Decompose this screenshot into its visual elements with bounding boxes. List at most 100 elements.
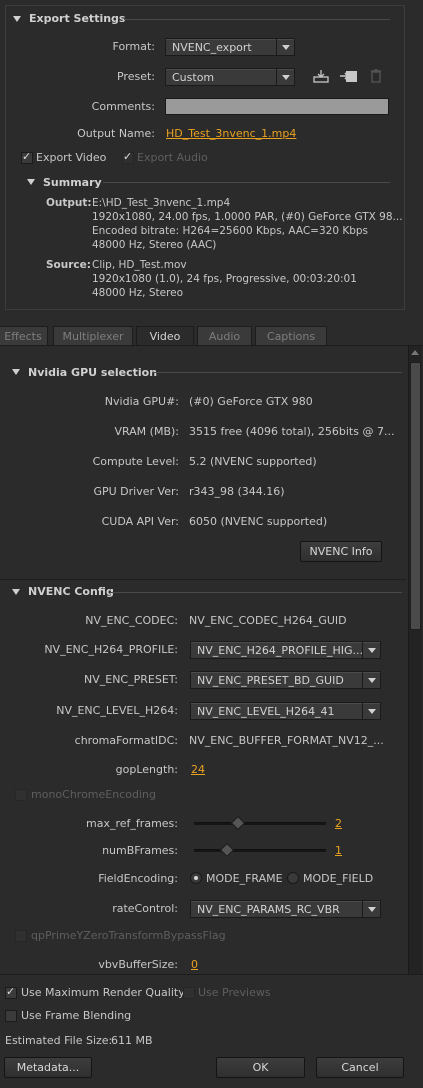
frame-blending-checkbox[interactable] [5,1010,17,1022]
summary-output-label: Output: [46,197,92,209]
codec-value: NV_ENC_CODEC_H264_GUID [189,614,347,627]
tab-effects[interactable]: Effects [0,326,48,346]
summary-output-line-3: Encoded bitrate: H264=25600 Kbps, AAC=32… [92,225,369,237]
summary-source-line-2: 1920x1080 (1.0), 24 fps, Progressive, 00… [92,273,357,285]
nvenc-preset-value: NV_ENC_PRESET_BD_GUID [197,674,344,687]
numb-frames-value[interactable]: 1 [335,844,342,857]
mode-frame-label: MODE_FRAME [206,872,283,885]
collapse-triangle-icon[interactable] [12,369,20,375]
preset-value: Custom [172,71,215,84]
tab-audio[interactable]: Audio [197,326,252,346]
output-name-link[interactable]: HD_Test_3nvenc_1.mp4 [166,127,296,140]
summary-source-line-1: Clip, HD_Test.mov [92,259,187,271]
gpu-number-label: Nvidia GPU#: [104,395,179,408]
level-dropdown[interactable]: NV_ENC_LEVEL_H264_41 [190,702,381,720]
max-ref-frames-slider[interactable] [194,822,326,825]
vram-label: VRAM (MB): [114,425,179,438]
qp-prime-checkbox [15,930,27,942]
chevron-down-icon [362,703,380,719]
driver-ver-value: r343_98 (344.16) [189,485,285,498]
collapse-triangle-icon[interactable] [27,179,35,185]
comments-input[interactable] [165,98,389,115]
numb-frames-slider[interactable] [194,849,326,852]
ok-button[interactable]: OK [216,1057,305,1078]
chevron-down-icon [362,642,380,658]
max-ref-frames-label: max_ref_frames: [86,817,178,830]
tab-multiplexer[interactable]: Multiplexer [53,326,133,346]
compute-level-value: 5.2 (NVENC supported) [189,455,317,468]
divider [124,19,390,20]
import-preset-icon[interactable] [339,68,359,84]
nvenc-info-button[interactable]: NVENC Info [300,541,382,562]
summary-title: Summary [43,176,102,189]
qp-prime-label: qpPrimeYZeroTransformBypassFlag [31,929,226,942]
summary-source-line-3: 48000 Hz, Stereo [92,287,184,299]
comments-label: Comments: [91,100,155,113]
numb-frames-label: numBFrames: [102,844,178,857]
field-encoding-label: FieldEncoding: [98,872,178,885]
export-audio-label: Export Audio [137,151,208,164]
level-value: NV_ENC_LEVEL_H264_41 [197,705,335,718]
nvenc-section-title: NVENC Config [28,585,114,598]
gop-value[interactable]: 24 [191,763,205,776]
format-value: NVENC_export [172,41,252,54]
tab-bar-baseline [0,345,423,346]
max-ref-frames-value[interactable]: 2 [335,817,342,830]
max-render-quality-checkbox[interactable] [5,985,17,999]
tab-captions[interactable]: Captions [255,326,327,346]
chevron-down-icon [362,901,380,917]
mono-chrome-checkbox [15,789,27,801]
summary-output-line-1: E:\HD_Test_3nvenc_1.mp4 [92,197,231,209]
frame-blending-label: Use Frame Blending [21,1009,132,1022]
numb-frames-slider-thumb[interactable] [219,842,235,858]
scrollbar-thumb[interactable] [410,362,421,630]
save-preset-icon[interactable] [312,68,330,84]
export-video-checkbox[interactable] [21,150,33,164]
summary-output-line-4: 48000 Hz, Stereo (AAC) [92,239,217,251]
driver-ver-label: GPU Driver Ver: [93,485,179,498]
preset-nvenc-label: NV_ENC_PRESET: [84,673,178,686]
mode-field-radio[interactable] [287,872,299,884]
chroma-label: chromaFormatIDC: [74,734,178,747]
chevron-down-icon [362,672,380,688]
use-previews-label: Use Previews [198,986,271,999]
rate-control-label: rateControl: [112,902,178,915]
mode-frame-radio[interactable] [190,872,202,884]
level-label: NV_ENC_LEVEL_H264: [56,704,178,717]
section-separator [0,579,406,580]
profile-label: NV_ENC_H264_PROFILE: [44,643,178,656]
cuda-ver-value: 6050 (NVENC supported) [189,515,328,528]
delete-preset-icon[interactable] [369,68,383,84]
vram-value: 3515 free (4096 total), 256bits @ 7... [189,425,395,438]
format-dropdown[interactable]: NVENC_export [165,38,295,56]
cancel-button[interactable]: Cancel [316,1057,404,1078]
preset-label: Preset: [116,70,155,83]
rate-control-dropdown[interactable]: NV_ENC_PARAMS_RC_VBR [190,900,381,918]
max-ref-frames-slider-thumb[interactable] [230,815,245,831]
est-file-size-label: Estimated File Size: [5,1034,113,1047]
scrollbar-up-arrow[interactable] [411,350,419,355]
collapse-triangle-icon[interactable] [12,589,20,595]
est-file-size-value: 611 MB [111,1034,153,1047]
mode-field-label: MODE_FIELD [303,872,374,885]
gpu-section-title: Nvidia GPU selection [28,366,158,379]
profile-dropdown[interactable]: NV_ENC_H264_PROFILE_HIG... [190,641,381,659]
summary-source-label: Source: [46,259,91,271]
chevron-down-icon [276,39,294,55]
vbv-buffer-value[interactable]: 0 [191,958,198,971]
profile-value: NV_ENC_H264_PROFILE_HIG... [197,644,363,657]
mono-chrome-label: monoChromeEncoding [31,788,156,801]
chroma-value: NV_ENC_BUFFER_FORMAT_NV12_... [189,734,384,747]
nvenc-preset-dropdown[interactable]: NV_ENC_PRESET_BD_GUID [190,671,381,689]
vbv-buffer-label: vbvBufferSize: [98,958,178,971]
export-settings-title: Export Settings [29,12,126,25]
preset-dropdown[interactable]: Custom [165,68,295,86]
use-previews-checkbox [183,987,195,999]
collapse-triangle-icon[interactable] [13,16,21,22]
gpu-number-value: (#0) GeForce GTX 980 [189,395,313,408]
divider [110,592,402,593]
summary-output-line-2: 1920x1080, 24.00 fps, 1.0000 PAR, (#0) G… [92,211,403,223]
export-video-label: Export Video [36,151,107,164]
metadata-button[interactable]: Metadata... [4,1057,92,1078]
tab-video[interactable]: Video [136,326,194,346]
